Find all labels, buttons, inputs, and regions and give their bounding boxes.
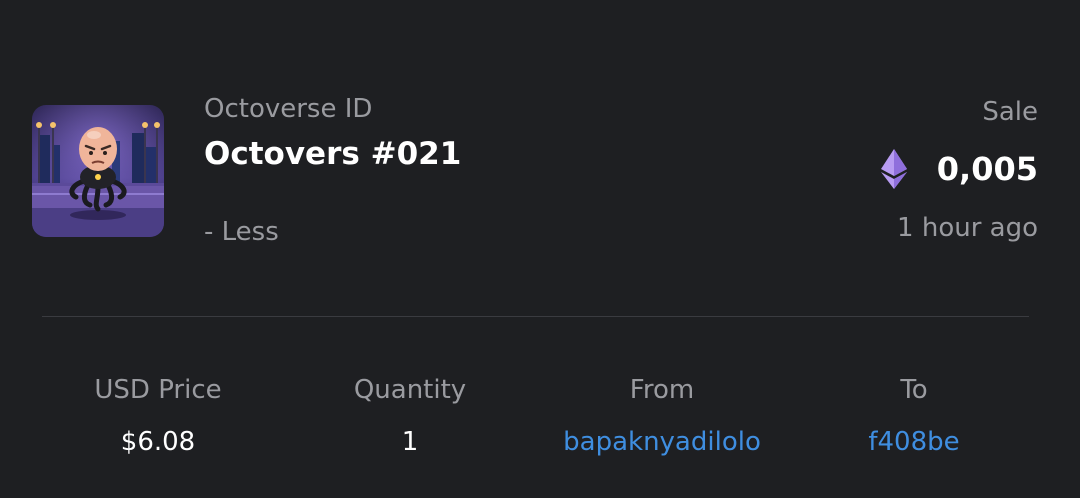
from-stat: From bapaknyadilolo <box>536 372 788 460</box>
ethereum-icon <box>880 149 907 189</box>
usd-price-stat: USD Price $6.08 <box>32 372 284 460</box>
sale-price: 0,005 <box>936 150 1038 188</box>
quantity-stat: Quantity 1 <box>284 372 536 460</box>
to-address-link[interactable]: f408be <box>788 424 1040 460</box>
quantity-label: Quantity <box>353 375 467 405</box>
divider <box>42 316 1029 317</box>
sale-activity-card: Octoverse ID Octovers #021 - Less Sale 0… <box>0 0 1080 498</box>
from-label: From <box>629 375 695 405</box>
to-label: To <box>900 375 928 405</box>
nft-name[interactable]: Octovers #021 <box>204 134 461 174</box>
usd-price-value: $6.08 <box>120 427 196 457</box>
sale-details: USD Price $6.08 Quantity 1 From bapaknya… <box>32 372 1042 460</box>
nft-thumbnail[interactable] <box>32 105 164 237</box>
price-row: 0,005 <box>880 148 1038 190</box>
octopus-avatar-image <box>32 105 164 237</box>
from-address-link[interactable]: bapaknyadilolo <box>536 424 788 460</box>
to-stat: To f408be <box>788 372 1040 460</box>
usd-price-label: USD Price <box>94 375 222 405</box>
event-type-label: Sale <box>982 97 1038 127</box>
show-less-toggle[interactable]: - Less <box>204 216 279 248</box>
quantity-value: 1 <box>401 427 419 457</box>
collection-name[interactable]: Octoverse ID <box>204 93 372 125</box>
sale-timestamp[interactable]: 1 hour ago <box>897 212 1038 244</box>
